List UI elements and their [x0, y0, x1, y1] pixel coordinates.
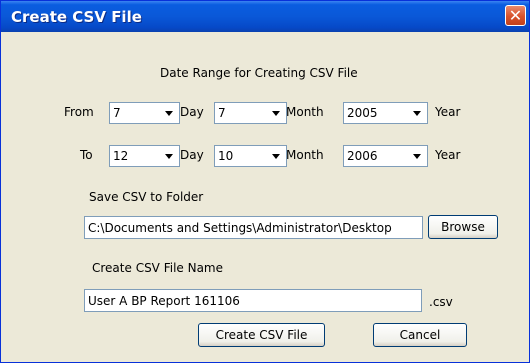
from-month-unit: Month	[286, 105, 324, 119]
to-day-unit: Day	[180, 148, 204, 162]
from-day-value: 7	[113, 106, 121, 120]
file-name-field[interactable]	[84, 289, 422, 312]
file-name-input[interactable]	[85, 290, 421, 311]
save-folder-label: Save CSV to Folder	[89, 190, 204, 204]
from-year-value: 2005	[347, 106, 378, 120]
to-month-unit: Month	[286, 148, 324, 162]
chevron-down-icon[interactable]	[268, 104, 285, 122]
chevron-down-icon[interactable]	[161, 147, 178, 165]
from-month-value: 7	[218, 106, 226, 120]
to-day-select[interactable]: 12	[109, 145, 180, 167]
chevron-down-icon[interactable]	[268, 147, 285, 165]
from-day-select[interactable]: 7	[109, 102, 180, 124]
from-label: From	[64, 105, 94, 119]
file-name-label: Create CSV File Name	[92, 261, 224, 275]
to-year-select[interactable]: 2006	[343, 145, 428, 167]
dialog-body: Date Range for Creating CSV File From 7 …	[5, 32, 525, 360]
to-day-value: 12	[113, 149, 129, 163]
folder-path-input[interactable]	[85, 217, 422, 238]
to-label: To	[80, 148, 93, 162]
date-range-heading: Date Range for Creating CSV File	[160, 66, 358, 80]
close-icon[interactable]: ✕	[505, 5, 526, 26]
to-year-unit: Year	[435, 148, 461, 162]
to-month-value: 10	[218, 149, 234, 163]
create-csv-dialog: Create CSV File ✕ Date Range for Creatin…	[0, 0, 530, 363]
folder-path-field[interactable]	[84, 216, 423, 239]
chevron-down-icon[interactable]	[161, 104, 178, 122]
browse-button[interactable]: Browse	[428, 215, 498, 239]
to-year-value: 2006	[347, 149, 378, 163]
chevron-down-icon[interactable]	[409, 147, 426, 165]
window-title: Create CSV File	[11, 8, 142, 26]
to-month-select[interactable]: 10	[214, 145, 287, 167]
from-year-unit: Year	[435, 105, 461, 119]
title-bar[interactable]: Create CSV File ✕	[1, 1, 529, 32]
from-year-select[interactable]: 2005	[343, 102, 428, 124]
chevron-down-icon[interactable]	[409, 104, 426, 122]
create-csv-button[interactable]: Create CSV File	[198, 323, 325, 347]
csv-extension-label: .csv	[429, 295, 453, 309]
from-month-select[interactable]: 7	[214, 102, 287, 124]
from-day-unit: Day	[180, 105, 204, 119]
cancel-button[interactable]: Cancel	[373, 323, 467, 347]
